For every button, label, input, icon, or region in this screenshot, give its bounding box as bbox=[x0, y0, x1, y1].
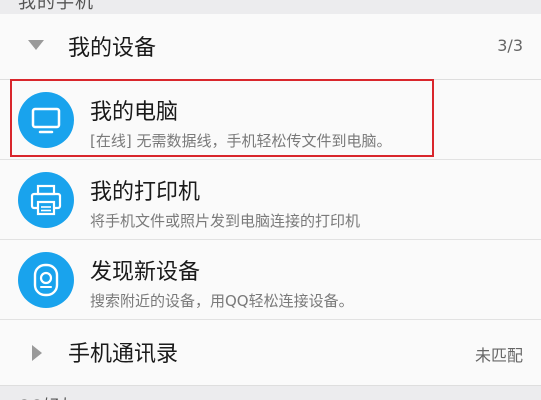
device-name: 发现新设备 bbox=[90, 260, 201, 285]
group-phone-contacts[interactable]: 手机通讯录 未匹配 bbox=[0, 320, 541, 386]
device-name: 我的打印机 bbox=[90, 180, 201, 205]
section-header-label: 我的手机 bbox=[18, 0, 94, 13]
highlight-annotation bbox=[10, 79, 434, 157]
printer-icon bbox=[18, 172, 74, 228]
group-status: 未匹配 bbox=[474, 346, 523, 365]
device-item-my-printer[interactable]: 我的打印机 将手机文件或照片发到电脑连接的打印机 bbox=[0, 160, 541, 240]
device-item-discover[interactable]: 发现新设备 搜索附近的设备，用QQ轻松连接设备。 bbox=[0, 240, 541, 320]
expand-down-icon bbox=[28, 40, 44, 50]
device-list-screen: 我的手机 我的设备 3/3 我的电脑 [在线] 无需数据线，手机轻松传文件到电脑… bbox=[0, 0, 541, 400]
device-desc: 搜索附近的设备，用QQ轻松连接设备。 bbox=[90, 292, 354, 310]
section-header-my-phone: 我的手机 bbox=[0, 0, 541, 14]
device-desc: 将手机文件或照片发到电脑连接的打印机 bbox=[90, 212, 361, 230]
section-header-label: QQ好友 bbox=[18, 392, 75, 400]
group-count: 3/3 bbox=[497, 36, 523, 55]
group-title: 手机通讯录 bbox=[68, 342, 179, 367]
expand-right-icon bbox=[32, 345, 42, 361]
device-discover-icon bbox=[18, 252, 74, 308]
section-header-qq-friends: QQ好友 bbox=[0, 386, 541, 400]
group-my-devices[interactable]: 我的设备 3/3 bbox=[0, 14, 541, 80]
group-title: 我的设备 bbox=[68, 36, 157, 61]
